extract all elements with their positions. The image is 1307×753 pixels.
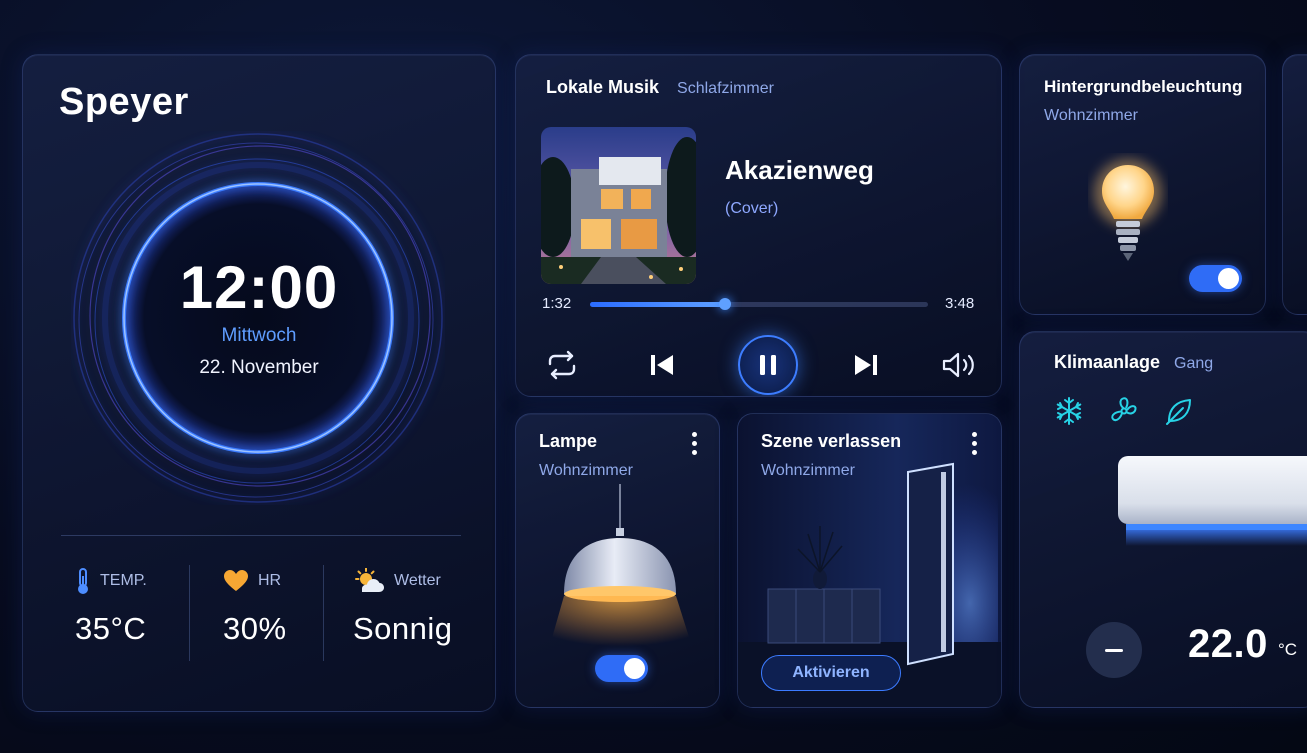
clock-card: Speyer 12:00 Mittwoch 22. November TEMP.… <box>22 54 496 712</box>
activate-scene-button[interactable]: Aktivieren <box>761 655 901 691</box>
backlight-room: Wohnzimmer <box>1044 107 1138 124</box>
ac-title: Klimaanlage <box>1054 352 1161 372</box>
next-button[interactable] <box>850 335 882 395</box>
song-title: Akazienweg <box>725 155 874 185</box>
minus-icon <box>1105 648 1123 652</box>
leaf-icon[interactable] <box>1164 396 1194 426</box>
thermometer-icon <box>78 568 88 594</box>
volume-button[interactable] <box>940 335 980 395</box>
fan-icon[interactable] <box>1109 396 1139 426</box>
progress-fill <box>590 302 726 307</box>
sun-cloud-icon <box>355 568 384 592</box>
music-title: Lokale Musik <box>546 77 660 97</box>
lamp-more-button[interactable] <box>692 432 698 459</box>
air-conditioner-icon <box>1118 456 1307 546</box>
stat-temperature-label: TEMP. <box>100 572 147 589</box>
light-bulb-icon <box>1094 159 1162 261</box>
pause-button[interactable] <box>738 335 798 395</box>
song-subtitle: (Cover) <box>725 200 779 217</box>
lamp-title: Lampe <box>539 431 598 451</box>
album-cover-image <box>541 127 696 284</box>
backlight-card: Hintergrundbeleuchtung Wohnzimmer <box>1019 54 1266 315</box>
repeat-icon <box>548 350 576 380</box>
total-time: 3:48 <box>945 295 975 312</box>
stat-temperature: TEMP. 35°C <box>75 567 147 647</box>
stat-humidity-label: HR <box>258 572 282 589</box>
music-room: Schlafzimmer <box>677 80 774 97</box>
previous-button[interactable] <box>646 335 678 395</box>
city-name: Speyer <box>59 81 189 123</box>
clock-time: 12:00 <box>179 254 339 321</box>
ac-card: Klimaanlage Gang 22.0 °C <box>1019 331 1307 708</box>
pause-icon <box>760 355 776 375</box>
ac-temperature: 22.0 <box>1188 622 1268 666</box>
backlight-toggle[interactable] <box>1189 265 1242 292</box>
clock-weekday: Mittwoch <box>221 325 297 346</box>
progress-bar[interactable] <box>590 298 928 310</box>
skip-next-icon <box>855 355 877 375</box>
lamp-room: Wohnzimmer <box>539 462 633 479</box>
music-card: Lokale Musik Schlafzimmer Akazienweg (Co… <box>515 54 1002 397</box>
ac-temperature-unit: °C <box>1278 640 1298 659</box>
skip-previous-icon <box>651 355 673 375</box>
album-cover <box>541 127 696 284</box>
clock-date: 22. November <box>199 357 319 378</box>
stat-humidity: HR 30% <box>223 567 287 647</box>
heart-icon <box>224 570 248 591</box>
current-time: 1:32 <box>542 295 572 312</box>
stat-separator <box>189 565 190 661</box>
volume-icon <box>942 352 974 378</box>
snowflake-icon[interactable] <box>1054 396 1084 426</box>
ac-room: Gang <box>1174 355 1214 372</box>
repeat-button[interactable] <box>544 335 580 395</box>
scene-card: Szene verlassen Wohnzimmer Aktivieren <box>737 413 1002 708</box>
stat-weather-label: Wetter <box>394 572 441 589</box>
progress-knob[interactable] <box>719 298 732 310</box>
lamp-card: Lampe Wohnzimmer <box>515 413 720 708</box>
stat-weather-value: Sonnig <box>353 611 453 646</box>
scene-title: Szene verlassen <box>761 431 902 451</box>
pendant-lamp-icon <box>546 484 696 659</box>
scene-more-button[interactable] <box>972 432 978 459</box>
lamp-toggle[interactable] <box>595 655 648 682</box>
backlight-title: Hintergrundbeleuchtung <box>1044 77 1243 96</box>
decrease-temperature-button[interactable] <box>1086 622 1142 678</box>
stat-humidity-value: 30% <box>223 611 287 646</box>
stats-divider <box>61 535 461 536</box>
stat-separator <box>323 565 324 661</box>
stat-temperature-value: 35°C <box>75 611 147 646</box>
stat-weather: Wetter Sonnig <box>353 567 453 647</box>
partial-card-edge <box>1282 54 1307 315</box>
scene-room: Wohnzimmer <box>761 462 855 479</box>
